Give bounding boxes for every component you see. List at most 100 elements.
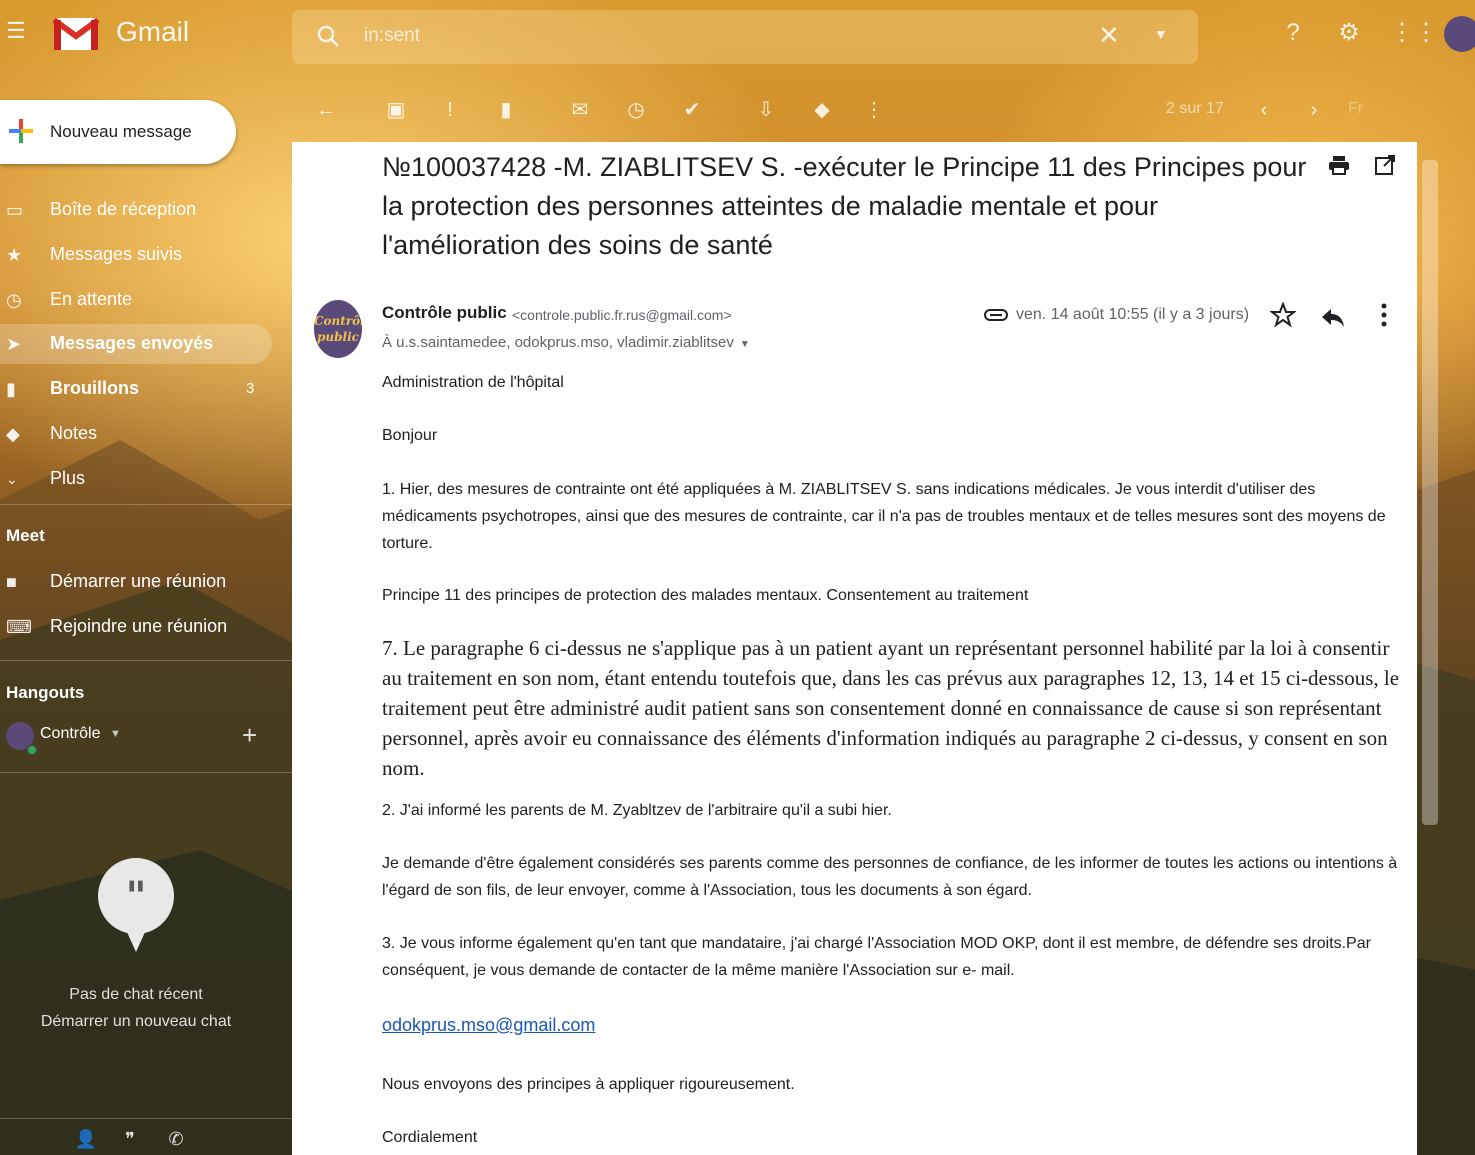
clear-search-icon[interactable]: ✕ — [1098, 20, 1120, 51]
body-paragraph: Je demande d'être également considérés s… — [382, 855, 1398, 899]
print-icon[interactable] — [1328, 154, 1350, 176]
sidebar-item-more[interactable]: ⌄ Plus — [0, 459, 272, 499]
add-task-icon[interactable]: ✔ — [680, 98, 704, 122]
join-meeting-label: Rejoindre une réunion — [50, 616, 228, 636]
meet-section-title: Meet — [6, 526, 45, 545]
report-spam-icon[interactable]: ! — [438, 98, 462, 122]
back-arrow-icon[interactable]: ← — [314, 98, 338, 122]
sidebar-item-snoozed[interactable]: ◷ En attente — [0, 280, 272, 320]
star-icon[interactable] — [1270, 302, 1296, 328]
search-icon[interactable] — [316, 24, 340, 48]
person-icon[interactable]: 👤 — [74, 1129, 98, 1153]
message-count: 2 sur 17 — [1166, 100, 1224, 117]
hamburger-menu-icon[interactable]: ☰ — [6, 20, 28, 42]
body-paragraph: Principe 11 des principes de protection … — [382, 587, 1029, 604]
search-options-icon[interactable]: ▼ — [1154, 26, 1168, 42]
recipients-list: À u.s.saintamedee, odokprus.mso, vladimi… — [382, 334, 734, 351]
sidebar-item-notes[interactable]: ◆ Notes — [0, 414, 272, 454]
help-icon[interactable]: ? — [1278, 18, 1308, 48]
svg-text:": " — [126, 874, 147, 920]
search-bar[interactable]: in:sent ✕ ▼ — [292, 10, 1198, 64]
brand-name: Gmail — [116, 16, 190, 47]
open-in-new-window-icon[interactable] — [1374, 154, 1396, 176]
sidebar-item-label: Notes — [50, 423, 98, 443]
body-paragraph: Nous envoyons des principes à appliquer … — [382, 1076, 795, 1093]
body-paragraph: 2. J'ai informé les parents de M. Zyablt… — [382, 802, 892, 819]
new-chat-plus-icon[interactable]: + — [242, 720, 257, 751]
sidebar-item-label: Boîte de réception — [50, 199, 197, 219]
start-meeting-item[interactable]: ■ Démarrer une réunion — [0, 562, 272, 602]
hangouts-chat-icon[interactable]: ❞ — [118, 1129, 142, 1153]
sender-email: <controle.public.fr.rus@gmail.com> — [512, 307, 732, 323]
label-icon: ◆ — [6, 424, 20, 444]
body-quote: 7. Le paragraphe 6 ci-dessus ne s'appliq… — [382, 636, 1400, 780]
plus-icon — [9, 119, 33, 143]
sidebar-divider — [0, 660, 292, 661]
compose-button[interactable]: Nouveau message — [0, 100, 236, 164]
sidebar-divider — [0, 772, 292, 773]
start-meeting-label: Démarrer une réunion — [50, 571, 227, 591]
account-avatar[interactable] — [1444, 16, 1475, 52]
body-salutation: Bonjour — [382, 427, 438, 444]
start-chat-link[interactable]: Démarrer un nouveau chat — [0, 1013, 272, 1031]
gmail-logo[interactable] — [52, 14, 100, 52]
hangouts-user[interactable]: Contrôle ▼ + — [6, 720, 286, 760]
star-icon: ★ — [6, 245, 23, 265]
search-input[interactable]: in:sent — [364, 25, 420, 47]
more-vert-icon[interactable] — [1374, 302, 1394, 328]
top-bar: ☰ Gmail in:sent ✕ ▼ ? ⚙ ⋮⋮ — [0, 0, 1475, 70]
move-to-icon[interactable]: ⇩ — [754, 98, 778, 122]
sender-avatar[interactable]: Contrôle public — [314, 300, 362, 358]
newer-chevron-icon[interactable]: ‹ — [1252, 98, 1276, 122]
email-link-text[interactable]: odokprus.mso@gmail.com — [382, 1015, 595, 1035]
chevron-down-icon[interactable]: ▼ — [110, 728, 121, 740]
reply-icon[interactable] — [1320, 304, 1346, 330]
label-icon[interactable]: ◆ — [810, 98, 834, 122]
hangouts-section-title: Hangouts — [6, 683, 85, 702]
message-subject: №100037428 -M. ZIABLITSEV S. -exécuter l… — [382, 152, 1307, 260]
sidebar-item-label: Plus — [50, 468, 86, 488]
sidebar-item-starred[interactable]: ★ Messages suivis — [0, 235, 272, 275]
compose-label: Nouveau message — [50, 122, 192, 141]
inbox-icon: ▭ — [6, 200, 24, 220]
body-paragraph: 1. Hier, des mesures de contrainte ont é… — [382, 481, 1386, 552]
older-chevron-icon[interactable]: › — [1302, 98, 1326, 122]
body-signoff: Cordialement — [382, 1129, 478, 1146]
sidebar-item-drafts[interactable]: ▮ Brouillons 3 — [0, 369, 272, 409]
sidebar-divider — [0, 504, 292, 505]
drafts-count: 3 — [246, 380, 255, 397]
scrollbar[interactable] — [1422, 160, 1438, 825]
keyboard-icon: ⌨ — [6, 617, 32, 637]
trash-icon[interactable]: ▮ — [494, 98, 518, 122]
no-chat-text: Pas de chat récent — [69, 986, 203, 1003]
body-paragraph: 3. Je vous informe également qu'en tant … — [382, 935, 1371, 979]
apps-grid-icon[interactable]: ⋮⋮ — [1390, 18, 1438, 48]
message-date: ven. 14 août 10:55 (il y a 3 jours) — [1016, 306, 1250, 323]
join-meeting-item[interactable]: ⌨ Rejoindre une réunion — [0, 607, 272, 647]
sidebar-item-sent[interactable]: ➤ Messages envoyés — [0, 324, 272, 364]
hangouts-bottom-bar: 👤 ❞ ✆ — [0, 1118, 292, 1155]
input-tools-lang[interactable]: Fr — [1348, 100, 1363, 118]
gear-icon[interactable]: ⚙ — [1334, 18, 1364, 48]
hangouts-user-name: Contrôle — [40, 725, 101, 742]
more-vert-icon[interactable]: ⋮ — [862, 98, 886, 122]
archive-icon[interactable]: ▣ — [384, 98, 408, 122]
message-toolbar: ← ▣ ! ▮ ✉ ◷ ✔ ⇩ ◆ ⋮ 2 sur 17 ‹ › Fr — [292, 88, 1417, 138]
chevron-down-icon: ⌄ — [6, 471, 18, 487]
recipients[interactable]: À u.s.saintamedee, odokprus.mso, vladimi… — [382, 334, 750, 351]
sidebar-item-inbox[interactable]: ▭ Boîte de réception — [0, 190, 272, 230]
message-pane: №100037428 -M. ZIABLITSEV S. -exécuter l… — [292, 142, 1417, 1155]
sidebar-item-label: Messages envoyés — [50, 333, 214, 353]
send-icon: ➤ — [6, 334, 22, 354]
attachment-icon — [984, 309, 1008, 321]
chat-bubble-icon: " — [98, 858, 174, 952]
clock-icon: ◷ — [6, 290, 22, 310]
sidebar-item-label: Messages suivis — [50, 244, 183, 264]
online-status-icon — [26, 744, 38, 756]
email-link[interactable]: odokprus.mso@gmail.com — [382, 1012, 1402, 1040]
snooze-clock-icon[interactable]: ◷ — [624, 98, 648, 122]
recipients-details-icon[interactable]: ▼ — [740, 339, 750, 350]
phone-icon[interactable]: ✆ — [164, 1129, 188, 1153]
mark-unread-icon[interactable]: ✉ — [568, 98, 592, 122]
sender-name[interactable]: Contrôle public — [382, 303, 507, 323]
